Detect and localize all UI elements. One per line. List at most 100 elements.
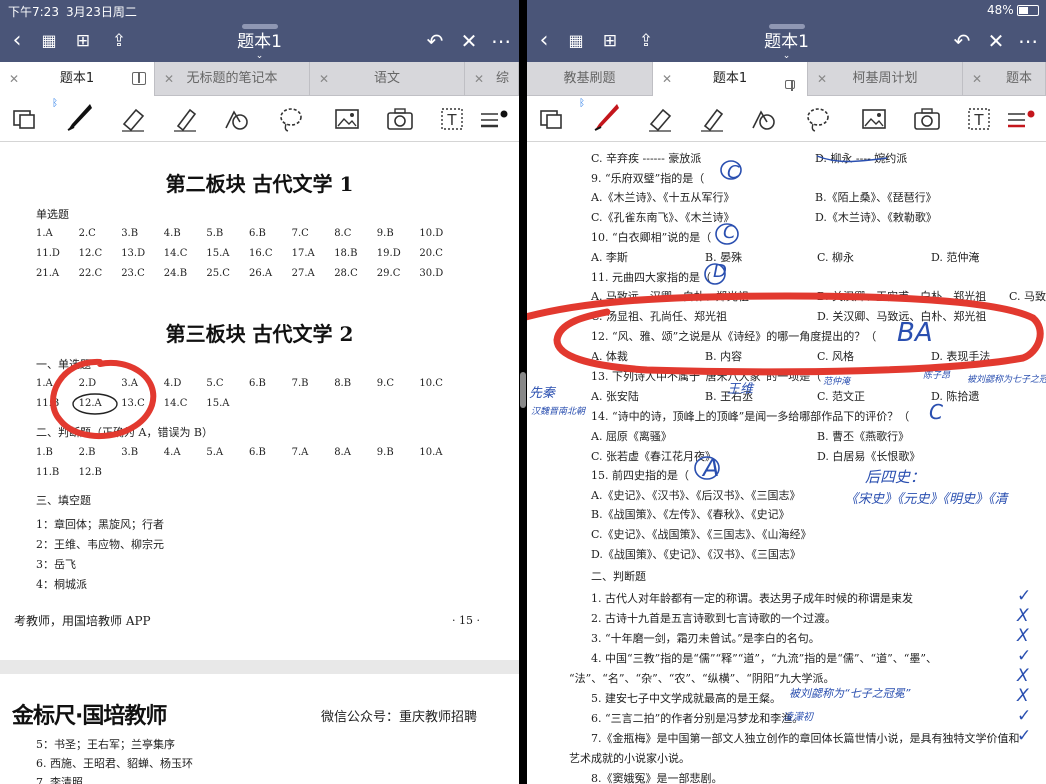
judge-item: “法”、“名”、“杂”、“农”、“纵横”、“阴阳”九大学派。 xyxy=(569,672,835,685)
answer-cell: 4.B xyxy=(163,228,181,239)
split-handle[interactable] xyxy=(520,372,526,408)
lasso-icon[interactable] xyxy=(803,104,833,134)
answer-cell: 25.C xyxy=(206,268,230,279)
undo-icon[interactable]: ↶ xyxy=(422,28,448,54)
option: C. 汤显祖、孔尚任、郑光祖 xyxy=(591,310,728,323)
highlighter-icon[interactable] xyxy=(170,104,200,134)
option: C.《孔雀东南飞》、《木兰诗》 xyxy=(591,211,735,224)
camera-icon[interactable] xyxy=(912,104,942,134)
answer-cell: 1.A xyxy=(36,228,53,239)
option: D. 柳永 ---- 婉约派 xyxy=(815,152,908,165)
answer-cell: 28.C xyxy=(334,268,358,279)
fill-answer: 3：岳飞 xyxy=(36,558,76,571)
close-icon[interactable]: ✕ xyxy=(983,28,1009,54)
lasso-icon[interactable] xyxy=(276,104,306,134)
close-tab-icon[interactable]: ✕ xyxy=(662,62,672,96)
eraser-icon[interactable] xyxy=(118,104,148,134)
pen-icon[interactable] xyxy=(589,100,623,134)
fill-answer: 4：桐城派 xyxy=(36,578,87,591)
answer-cell: 26.A xyxy=(249,268,273,279)
highlighter-icon[interactable] xyxy=(697,104,727,134)
tab-notebook[interactable]: 教基刷题 xyxy=(527,62,653,96)
tab-notebook[interactable]: ✕ 综 xyxy=(465,62,519,96)
judge-mark: ✓ xyxy=(1017,646,1032,666)
page-number: · 15 · xyxy=(452,614,480,627)
split-view-icon[interactable] xyxy=(132,72,146,85)
answer-cell: 13.D xyxy=(121,248,146,259)
ink-note: 后四史： xyxy=(865,468,926,486)
judge-item: 3. “十年磨一剑，霜刃未曾试。”是李白的名句。 xyxy=(591,632,820,645)
judge-mark: X xyxy=(1017,686,1029,706)
close-tab-icon[interactable]: ✕ xyxy=(319,62,329,96)
close-tab-icon[interactable]: ✕ xyxy=(9,62,19,96)
eraser-icon[interactable] xyxy=(645,104,675,134)
judge-item: 1. 古代人对年龄都有一定的称谓。表达男子成年时候的称谓是束发 xyxy=(591,592,913,605)
answer-cell: 21.A xyxy=(36,268,60,279)
shapes-icon[interactable] xyxy=(749,104,779,134)
option: D.《木兰诗》、《敕勒歌》 xyxy=(815,211,937,224)
question: 9. “乐府双璧”指的是（ xyxy=(591,172,705,185)
option: A.《史记》、《汉书》、《后汉书》、《三国志》 xyxy=(591,489,801,502)
question: 10. “白衣卿相”说的是（ xyxy=(591,231,712,244)
fill-answer: 6. 西施、王昭君、貂蝉、杨玉环 xyxy=(36,757,193,770)
option: A. 张安陆 xyxy=(591,390,639,403)
answer-cell: 8.B xyxy=(334,378,352,389)
lasso-select-icon[interactable] xyxy=(537,104,567,134)
ink-answer: C xyxy=(727,162,740,183)
answer-cell: 14.C xyxy=(163,398,188,409)
ink-note: 被刘勰称为七子之冠冕 xyxy=(967,375,1046,385)
status-time: 下午7:23 xyxy=(8,5,59,19)
close-icon[interactable]: ✕ xyxy=(456,28,482,54)
document-page[interactable]: C. 辛弃疾 ------ 豪放派 D. 柳永 ---- 婉约派 9. “乐府双… xyxy=(527,142,1046,784)
answer-cell: 15.A xyxy=(206,248,230,259)
shapes-icon[interactable] xyxy=(222,104,252,134)
camera-icon[interactable] xyxy=(385,104,415,134)
tab-notebook[interactable]: ✕ 题本1 xyxy=(0,62,155,97)
image-icon[interactable] xyxy=(332,104,362,134)
line-width-icon[interactable] xyxy=(1005,104,1035,134)
question: 11. 元曲四大家指的是（ xyxy=(591,271,711,284)
battery-icon xyxy=(1017,5,1039,16)
bluetooth-icon: ᛒ xyxy=(52,98,58,109)
lasso-select-icon[interactable] xyxy=(10,104,40,134)
answer-cell: 24.B xyxy=(163,268,188,279)
text-icon[interactable]: T xyxy=(437,104,467,134)
close-tab-icon[interactable]: ✕ xyxy=(972,62,982,96)
answer-cell: 7.B xyxy=(291,378,309,389)
option: C. 风格 xyxy=(817,350,855,363)
judge-item: 艺术成就的小说家小说。 xyxy=(569,752,690,765)
tab-notebook[interactable]: ✕ 语文 xyxy=(310,62,465,96)
tab-notebook[interactable]: ✕ 无标题的笔记本 xyxy=(155,62,310,96)
split-view-icon[interactable] xyxy=(785,80,795,91)
text-icon[interactable]: T xyxy=(964,104,994,134)
answer-cell: 19.D xyxy=(376,248,401,259)
more-icon[interactable]: ⋯ xyxy=(1015,28,1041,54)
document-page[interactable]: 第二板块 古代文学 1 单选题 1.A 2.C 3.B 4.B 5.B 6.B 7.C 8.C… xyxy=(0,142,519,784)
judge-mark: X xyxy=(1017,666,1029,686)
question: 12. “风、雅、颂”之说是从《诗经》的哪一角度提出的？（ xyxy=(591,330,877,343)
answer-cell: 9.B xyxy=(376,447,394,458)
more-icon[interactable]: ⋯ xyxy=(488,28,514,54)
option: B.《陌上桑》、《琵琶行》 xyxy=(815,191,937,204)
answer-cell: 11.B xyxy=(36,467,60,478)
pen-icon[interactable] xyxy=(62,100,96,134)
tab-notebook[interactable]: ✕ 题本 xyxy=(963,62,1046,96)
option: D.《战国策》、《史记》、《汉书》、《三国志》 xyxy=(591,548,801,561)
answer-cell: 7.C xyxy=(291,228,309,239)
answer-cell: 30.D xyxy=(419,268,444,279)
tab-notebook[interactable]: ✕ 题本1 xyxy=(653,62,808,97)
close-tab-icon[interactable]: ✕ xyxy=(164,62,174,96)
option: A. 体裁 xyxy=(591,350,628,363)
close-tab-icon[interactable]: ✕ xyxy=(817,62,827,96)
undo-icon[interactable]: ↶ xyxy=(949,28,975,54)
close-tab-icon[interactable]: ✕ xyxy=(474,62,484,96)
question: 14. “诗中的诗，顶峰上的顶峰”是闻一多给哪部作品下的评价？（ xyxy=(591,410,910,423)
page-break xyxy=(0,660,519,674)
judge-mark: ✓ xyxy=(1017,706,1032,726)
fill-answer: 7. 李清照 xyxy=(36,776,83,784)
tab-notebook[interactable]: ✕ 柯基周计划 xyxy=(808,62,963,96)
line-width-icon[interactable] xyxy=(478,104,508,134)
image-icon[interactable] xyxy=(859,104,889,134)
brand-logo: 金标尺·国培教师 xyxy=(12,704,167,729)
fill-answer: 1：章回体；黑旋风；行者 xyxy=(36,518,164,531)
